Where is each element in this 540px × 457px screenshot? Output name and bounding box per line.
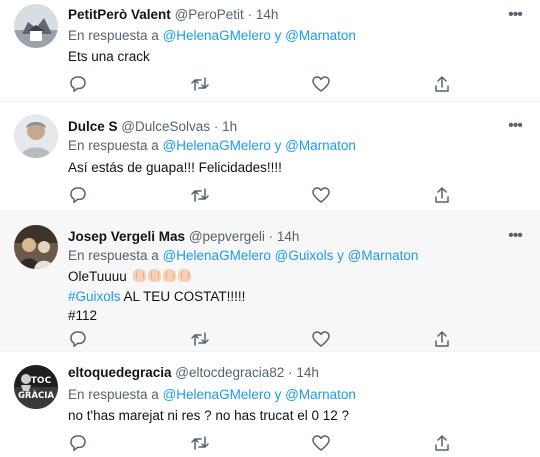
mention-link[interactable]: @Marnaton xyxy=(285,28,356,43)
share-icon[interactable] xyxy=(432,186,452,204)
retweet-icon[interactable] xyxy=(190,186,210,204)
display-name[interactable]: Dulce S xyxy=(68,119,118,134)
avatar[interactable]: TOC GRÀCIA xyxy=(14,365,58,409)
mention-link[interactable]: @HelenaGMelero xyxy=(163,28,271,43)
separator-dot: · xyxy=(247,7,253,22)
timestamp[interactable]: 14h xyxy=(256,7,279,22)
reply-prefix: En respuesta a xyxy=(68,138,159,153)
like-icon[interactable] xyxy=(311,186,331,204)
mention-link[interactable]: @HelenaGMelero xyxy=(163,248,271,263)
display-name[interactable]: Josep Vergeli Mas xyxy=(68,229,185,244)
more-options-icon[interactable]: ••• xyxy=(504,7,526,26)
tweet-text-line-1: OleTuuuu xyxy=(68,268,191,286)
mention-joiner: y xyxy=(337,248,344,263)
tweet-text-line-3: #112 xyxy=(68,308,98,323)
reply-prefix: En respuesta a xyxy=(68,28,159,43)
separator-dot: · xyxy=(268,229,274,244)
handle[interactable]: @eltocdegracia82 xyxy=(175,365,284,380)
avatar[interactable] xyxy=(14,114,58,158)
mention-link[interactable]: @Marnaton xyxy=(285,138,356,153)
reply-icon[interactable] xyxy=(68,434,88,452)
avatar-logo-text: TOC xyxy=(31,376,52,386)
separator-dot: · xyxy=(288,365,293,380)
clapping-hands-emoji xyxy=(131,269,191,284)
timestamp[interactable]: 1h xyxy=(222,119,237,134)
display-name[interactable]: PetitPerò Valent xyxy=(68,7,171,22)
mention-link[interactable]: @Guixols xyxy=(275,248,334,263)
reply-icon[interactable] xyxy=(68,330,88,348)
tweet-header: Josep Vergeli Mas @pepvergeli · 14h xyxy=(68,228,299,246)
timestamp[interactable]: 14h xyxy=(296,365,319,380)
mention-joiner: y xyxy=(274,28,282,43)
tweet-text: Así estás de guapa!!! Felicidades!!!! xyxy=(68,160,282,175)
mention-joiner: y xyxy=(274,387,282,402)
like-icon[interactable] xyxy=(311,434,331,452)
retweet-icon[interactable] xyxy=(190,330,210,348)
handle[interactable]: @PeroPetit xyxy=(175,7,244,22)
reply-prefix: En respuesta a xyxy=(68,387,159,402)
separator-dot: · xyxy=(213,119,219,134)
tweet-text: OleTuuuu xyxy=(68,269,127,284)
mention-link[interactable]: @Marnaton xyxy=(348,248,419,263)
tweet-header: Dulce S @DulceSolvas · 1h xyxy=(68,118,237,136)
tweet-1[interactable]: PetitPerò Valent @PeroPetit · 14h ••• En… xyxy=(0,0,540,102)
share-icon[interactable] xyxy=(432,330,452,348)
tweet-text: AL TEU COSTAT!!!!! xyxy=(123,289,246,304)
reply-context: En respuesta a @HelenaGMelero y @Marnato… xyxy=(68,386,356,404)
tweet-2[interactable]: Dulce S @DulceSolvas · 1h ••• En respues… xyxy=(0,103,540,212)
avatar[interactable] xyxy=(14,225,58,269)
tweet-text-line-2: #Guixols AL TEU COSTAT!!!!! xyxy=(68,288,245,306)
reply-context: En respuesta a @HelenaGMelero y @Marnato… xyxy=(68,137,356,155)
reply-context: En respuesta a @HelenaGMelero y @Marnato… xyxy=(68,27,356,45)
mention-joiner: y xyxy=(274,138,282,153)
tweet-header: eltoquedegracia @eltocdegracia82 · 14h xyxy=(68,364,319,382)
share-icon[interactable] xyxy=(432,75,452,93)
handle[interactable]: @pepvergeli xyxy=(189,229,265,244)
retweet-icon[interactable] xyxy=(190,75,210,93)
avatar[interactable] xyxy=(14,4,58,48)
tweet-3[interactable]: Josep Vergeli Mas @pepvergeli · 14h ••• … xyxy=(0,213,540,352)
reply-prefix: En respuesta a xyxy=(68,248,159,263)
tweet-4[interactable]: TOC GRÀCIA eltoquedegracia @eltocdegraci… xyxy=(0,353,540,457)
avatar-logo-text: GRÀCIA xyxy=(18,389,55,401)
like-icon[interactable] xyxy=(311,75,331,93)
display-name[interactable]: eltoquedegracia xyxy=(68,365,172,380)
more-options-icon[interactable]: ••• xyxy=(504,118,526,137)
tweet-header: PetitPerò Valent @PeroPetit · 14h xyxy=(68,6,278,24)
tweet-text: no t'has marejat ni res ? no has trucat … xyxy=(68,408,349,423)
mention-link[interactable]: @Marnaton xyxy=(285,387,356,402)
more-options-icon[interactable]: ••• xyxy=(504,228,526,247)
mention-link[interactable]: @HelenaGMelero xyxy=(163,387,271,402)
retweet-icon[interactable] xyxy=(190,434,210,452)
reply-icon[interactable] xyxy=(68,186,88,204)
hashtag-link[interactable]: #Guixols xyxy=(68,289,121,304)
reply-context: En respuesta a @HelenaGMelero @Guixols y… xyxy=(68,247,418,265)
mention-link[interactable]: @HelenaGMelero xyxy=(163,138,271,153)
like-icon[interactable] xyxy=(311,330,331,348)
tweet-text: Ets una crack xyxy=(68,49,150,64)
handle[interactable]: @DulceSolvas xyxy=(121,119,210,134)
timestamp[interactable]: 14h xyxy=(277,229,300,244)
share-icon[interactable] xyxy=(432,434,452,452)
reply-icon[interactable] xyxy=(68,75,88,93)
